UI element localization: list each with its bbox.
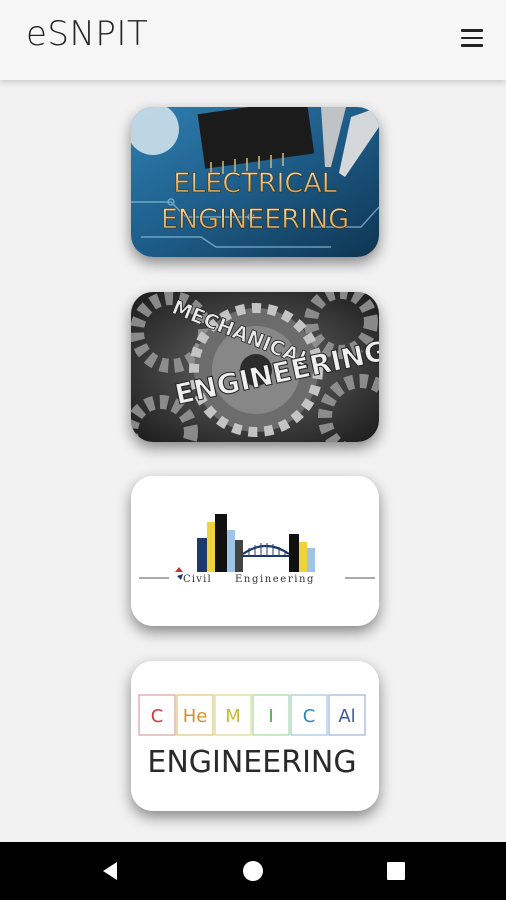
home-icon[interactable] [238,856,268,886]
electrical-engineering-card[interactable]: ELECTRICAL ENGINEERING [131,107,379,257]
hamburger-menu-icon[interactable] [456,24,488,52]
recents-icon[interactable] [381,856,411,886]
civil-engineering-image: Civil Engineering [131,476,379,626]
element-6: Al [338,706,355,727]
back-icon[interactable] [95,856,125,886]
element-3: M [225,706,241,727]
system-nav-bar [0,842,506,900]
chemical-engineering-card[interactable]: C He M I C Al ENGINEERING [131,661,379,811]
electrical-engineering-image: ELECTRICAL ENGINEERING [131,107,379,257]
chemical-engineering-image: C He M I C Al ENGINEERING [131,661,379,811]
department-list: ELECTRICAL ENGINEERING MECHANICAL ENGINE… [0,80,506,842]
app-bar: eSNPIT [0,0,506,80]
civil-line1: Civil [183,574,212,585]
element-2: He [183,706,208,727]
element-4: I [268,706,273,727]
mechanical-engineering-image: MECHANICAL ENGINEERING [131,292,379,442]
electrical-line1: ELECTRICAL [173,168,337,199]
civil-engineering-card[interactable]: Civil Engineering [131,476,379,626]
mechanical-engineering-card[interactable]: MECHANICAL ENGINEERING [131,292,379,442]
app-title: eSNPIT [26,14,149,54]
electrical-line2: ENGINEERING [161,204,349,235]
chemical-line2: ENGINEERING [147,745,356,780]
element-5: C [303,706,316,727]
civil-line2: Engineering [235,574,315,585]
element-1: C [151,706,164,727]
